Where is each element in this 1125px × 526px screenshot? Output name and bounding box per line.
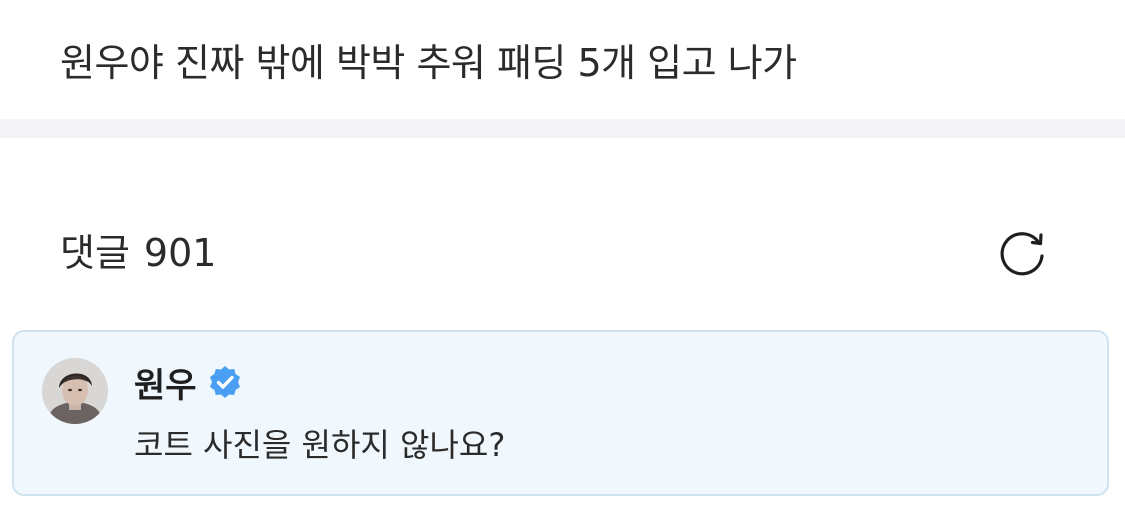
section-divider [0,119,1125,138]
pinned-comment-card[interactable]: 원우 코트 사진을 원하지 않나요? [12,330,1109,496]
refresh-button[interactable] [992,226,1052,282]
post-title: 원우야 진짜 밖에 박박 추워 패딩 5개 입고 나가 [60,41,797,85]
comments-header: 댓글 901 [60,222,216,284]
comments-label: 댓글 [60,231,130,275]
comment-text: 코트 사진을 원하지 않나요? [134,426,506,464]
refresh-icon [1000,232,1044,276]
avatar[interactable] [42,358,108,424]
verified-badge-icon [207,364,243,400]
comment-author-name[interactable]: 원우 [134,358,197,407]
comment-author-row: 원우 [134,358,243,407]
avatar-photo [42,358,108,424]
comments-count: 901 [143,231,217,275]
